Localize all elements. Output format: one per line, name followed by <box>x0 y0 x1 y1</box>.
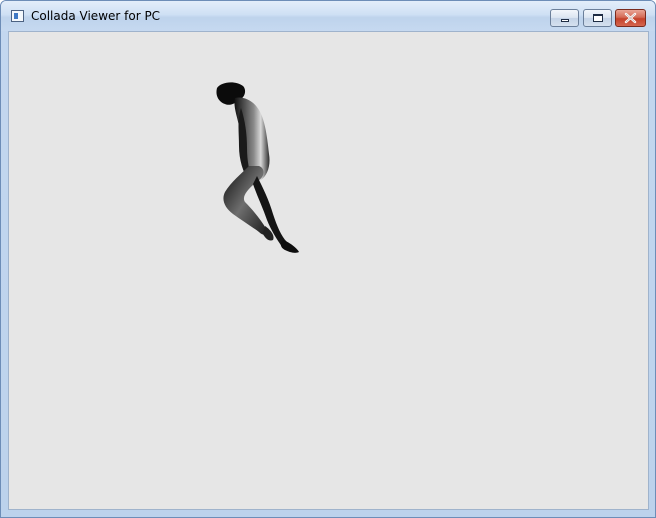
title-bar[interactable]: Collada Viewer for PC <box>1 1 655 31</box>
minimize-icon <box>561 19 569 22</box>
human-figure-model <box>216 82 299 253</box>
maximize-icon <box>593 14 603 22</box>
app-window: Collada Viewer for PC <box>0 0 656 518</box>
minimize-button[interactable] <box>550 9 579 27</box>
close-button[interactable] <box>615 9 646 27</box>
maximize-button[interactable] <box>583 9 612 27</box>
app-icon[interactable] <box>11 10 24 22</box>
close-icon <box>624 12 637 24</box>
window-title: Collada Viewer for PC <box>31 9 161 23</box>
render-viewport[interactable] <box>8 31 649 510</box>
